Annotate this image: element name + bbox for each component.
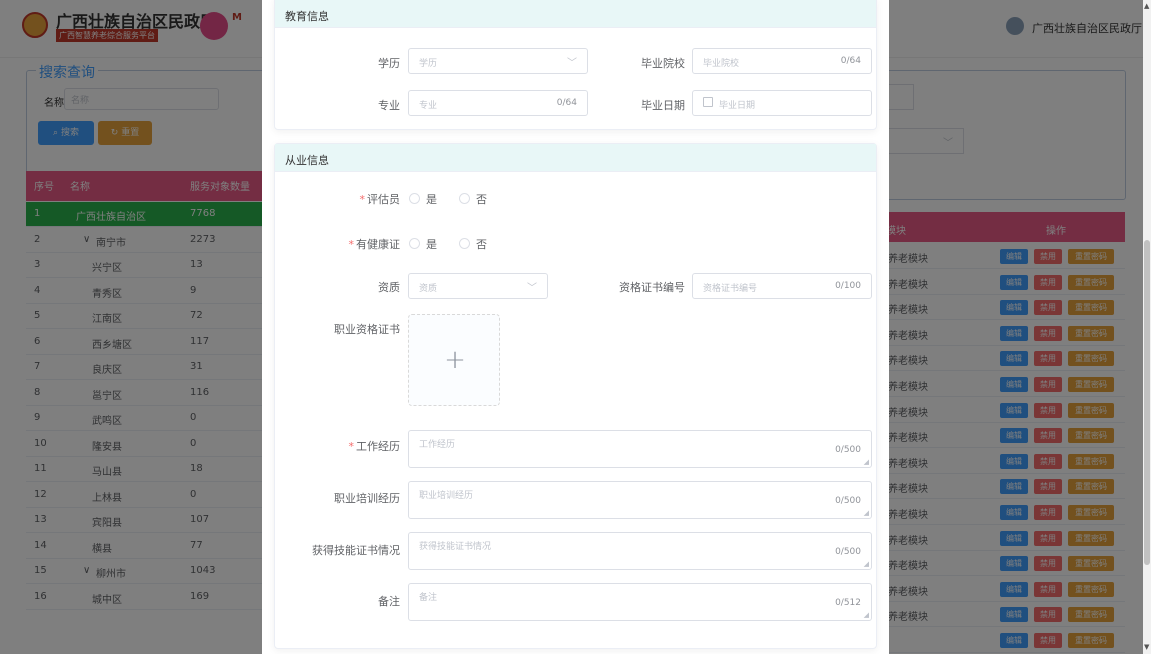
school-char-count: 0/64 [840,56,861,66]
skill-cert-textarea[interactable]: 获得技能证书情况 0/500 ◢ [408,532,872,570]
resize-grip-icon[interactable]: ◢ [864,458,869,466]
cert-no-placeholder: 资格证书编号 [703,284,758,294]
degree-select[interactable]: 学历 ﹀ [408,48,588,74]
required-mark: * [348,238,355,251]
education-card: 教育信息 学历 学历 ﹀ 毕业院校 毕业院校 0/64 专业 专业 0/64 毕… [274,0,877,130]
skill-cert-char-count: 0/500 [835,547,861,557]
grad-date-placeholder: 毕业日期 [719,101,756,111]
training-char-count: 0/500 [835,496,861,506]
scroll-down-arrow-icon[interactable]: ▼ [1144,643,1149,651]
school-label: 毕业院校 [641,57,685,70]
assessor-yes-radio[interactable] [409,193,420,204]
experience-label: * 工作经历 [348,440,401,453]
qualification-placeholder: 资质 [419,284,438,294]
scroll-up-arrow-icon[interactable]: ▲ [1144,2,1149,10]
assessor-yes-label[interactable]: 是 [426,191,437,207]
calendar-icon [703,97,713,107]
cert-no-char-count: 0/100 [835,281,861,291]
major-input[interactable]: 专业 0/64 [408,90,588,116]
assessor-no-label[interactable]: 否 [476,191,487,207]
required-mark: * [359,193,366,206]
experience-placeholder: 工作经历 [419,440,456,450]
remark-label: 备注 [378,595,400,608]
remark-char-count: 0/512 [835,598,861,608]
school-input[interactable]: 毕业院校 0/64 [692,48,872,74]
degree-placeholder: 学历 [419,59,438,69]
work-card-title: 从业信息 [275,144,876,172]
qualification-select[interactable]: 资质 ﹀ [408,273,548,299]
health-cert-no-label[interactable]: 否 [476,236,487,252]
chevron-down-icon: ﹀ [567,58,577,69]
cert-no-input[interactable]: 资格证书编号 0/100 [692,273,872,299]
remark-placeholder: 备注 [419,593,438,603]
health-cert-yes-radio[interactable] [409,238,420,249]
cert-upload-box[interactable]: + [408,314,500,406]
plus-icon: + [444,345,466,375]
major-placeholder: 专业 [419,101,438,111]
required-mark: * [348,440,355,453]
training-placeholder: 职业培训经历 [419,491,474,501]
grad-date-picker[interactable]: 毕业日期 [692,90,872,116]
health-cert-no-radio[interactable] [459,238,470,249]
chevron-down-icon: ﹀ [527,283,537,294]
training-label: 职业培训经历 [334,492,400,505]
assessor-no-radio[interactable] [459,193,470,204]
qualification-label: 资质 [378,281,400,294]
work-info-card: 从业信息 * 评估员 是 否 * 有健康证 是 否 资质 资质 ﹀ 资格证书编号 资… [274,143,877,649]
cert-upload-label: 职业资格证书 [334,323,400,336]
education-card-title: 教育信息 [275,0,876,28]
resize-grip-icon[interactable]: ◢ [864,611,869,619]
assessor-label: * 评估员 [359,193,401,206]
experience-textarea[interactable]: 工作经历 0/500 ◢ [408,430,872,468]
skill-cert-label: 获得技能证书情况 [312,544,400,557]
training-textarea[interactable]: 职业培训经历 0/500 ◢ [408,481,872,519]
school-placeholder: 毕业院校 [703,59,740,69]
remark-textarea[interactable]: 备注 0/512 ◢ [408,583,872,621]
health-cert-label: * 有健康证 [348,238,401,251]
resize-grip-icon[interactable]: ◢ [864,509,869,517]
resize-grip-icon[interactable]: ◢ [864,560,869,568]
major-char-count: 0/64 [556,98,577,108]
health-cert-yes-label[interactable]: 是 [426,236,437,252]
experience-char-count: 0/500 [835,445,861,455]
edit-dialog: 教育信息 学历 学历 ﹀ 毕业院校 毕业院校 0/64 专业 专业 0/64 毕… [262,0,889,654]
scrollbar-thumb[interactable] [1144,240,1150,565]
major-label: 专业 [378,99,400,112]
degree-label: 学历 [378,57,400,70]
cert-no-label: 资格证书编号 [619,281,685,294]
grad-date-label: 毕业日期 [641,99,685,112]
skill-cert-placeholder: 获得技能证书情况 [419,542,492,552]
